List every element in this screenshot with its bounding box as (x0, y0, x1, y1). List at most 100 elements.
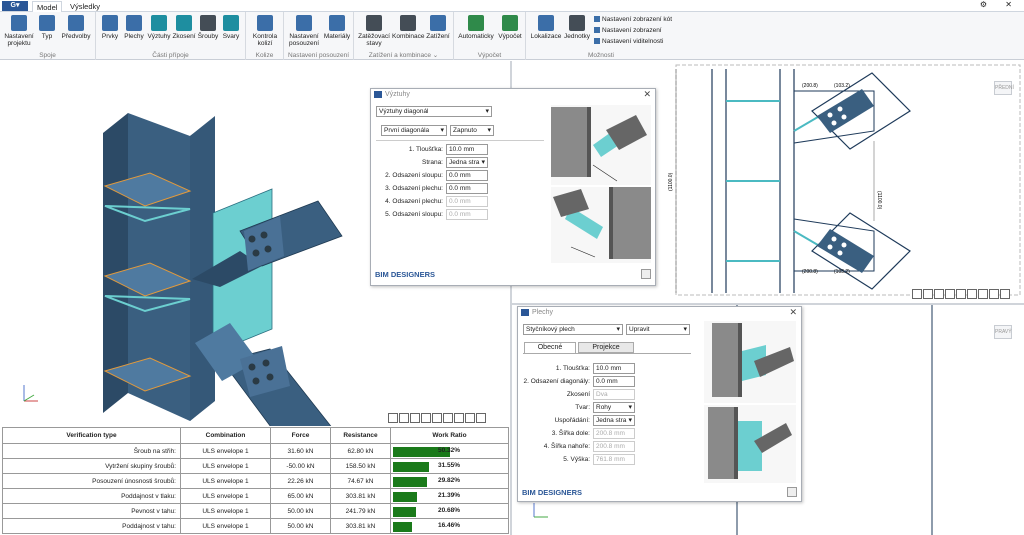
close-icon[interactable]: ✕ (789, 307, 797, 318)
plate-type-select[interactable]: Styčníkový plech (523, 324, 623, 335)
localization-button[interactable]: Lokalizace (530, 15, 562, 40)
tab-underline (523, 353, 691, 354)
work-ratio-bar (393, 522, 412, 532)
tab-vysledky[interactable]: Výsledky (66, 1, 104, 12)
loads-button[interactable]: Zatížení (425, 15, 451, 40)
weld-icon (223, 15, 239, 31)
drawing-toolbar[interactable] (912, 289, 1011, 301)
side-select[interactable]: Jedna stra (446, 157, 488, 168)
col-force[interactable]: Force (270, 427, 331, 444)
tab-model[interactable]: Model (32, 1, 63, 12)
view-front-icon[interactable] (956, 289, 966, 299)
arrangement-select[interactable]: Jedna stra (593, 415, 635, 426)
dialog-options-icon[interactable] (641, 269, 651, 279)
col-verification-type[interactable]: Verification type (2, 427, 181, 444)
fit-icon[interactable] (934, 289, 944, 299)
dialog-title[interactable]: Plechy (518, 307, 801, 318)
members-button[interactable]: Prvky (99, 15, 121, 40)
settings-icon[interactable] (978, 289, 988, 299)
plate-offset-input[interactable]: 0.0 mm (446, 183, 488, 194)
plates-button[interactable]: Plechy (122, 15, 146, 40)
col-work-ratio[interactable]: Work Ratio (390, 427, 509, 444)
units-button[interactable]: Jednotky (563, 15, 591, 40)
dimensions-icon[interactable] (989, 289, 999, 299)
project-settings-button[interactable]: Nastavení projektu (3, 15, 35, 47)
calculate-check-icon (502, 15, 518, 31)
welds-button[interactable]: Svary (220, 15, 242, 40)
shape-select[interactable]: Rohy (593, 402, 635, 413)
table-row[interactable]: Poddajnost v tahu: ULS envelope 1 50.00 kN… (2, 518, 509, 534)
collapse-icon[interactable] (476, 413, 486, 423)
table-row[interactable]: Šroub na střih: ULS envelope 1 31.60 kN 62.… (2, 443, 509, 459)
work-ratio-value: 20.68% (437, 507, 460, 514)
plate-icon (126, 15, 142, 31)
table-row[interactable]: Vytržení skupiny šroubů: ULS envelope 1 -5… (2, 458, 509, 474)
view-side-icon[interactable] (443, 413, 453, 423)
materials-button[interactable]: Materiály (322, 15, 352, 40)
print-icon[interactable] (912, 289, 922, 299)
presets-icon (68, 15, 84, 31)
work-ratio-bar (393, 507, 416, 517)
app-menu-button[interactable]: G▾ (2, 1, 28, 11)
combinations-button[interactable]: Kombinace (392, 15, 425, 40)
view-cube-front[interactable]: PŘEDNÍ (994, 81, 1014, 95)
bolt-icon (200, 15, 216, 31)
member-icon (102, 15, 118, 31)
export-icon[interactable] (923, 289, 933, 299)
window-controls[interactable]: ⚙ ✕ (980, 0, 1020, 9)
table-header-row: Verification type Combination Force Resi… (2, 427, 509, 444)
col-combination[interactable]: Combination (180, 427, 271, 444)
fit-icon[interactable] (410, 413, 420, 423)
column-offset-input[interactable]: 0.0 mm (446, 170, 488, 181)
project-settings-icon (11, 15, 27, 31)
table-row[interactable]: Pevnost v tahu: ULS envelope 1 50.00 kN 241… (2, 503, 509, 519)
view-front-icon[interactable] (432, 413, 442, 423)
plate-thickness-input[interactable]: 10.0 mm (593, 363, 635, 374)
zoom-all-icon[interactable] (399, 413, 409, 423)
visibility-settings-button[interactable]: Nastavení viditelnosti (594, 38, 663, 46)
dimension-display-settings-button[interactable]: Nastavení zobrazení kót (594, 16, 672, 24)
materials-icon (329, 15, 345, 31)
stiffeners-button[interactable]: Výztuhy (147, 15, 171, 40)
print-icon[interactable] (388, 413, 398, 423)
display-settings-button[interactable]: Nastavení zobrazení (594, 27, 662, 35)
bevel-button[interactable]: Zkosení (172, 15, 196, 40)
viewport-toolbar[interactable] (388, 413, 487, 425)
column-offset-2-input: 0.0 mm (446, 209, 488, 220)
dialog-title[interactable]: Výztuhy (371, 89, 655, 100)
table-row[interactable]: Posouzení únosnosti šroubů: ULS envelope … (2, 473, 509, 489)
view-side-icon[interactable] (967, 289, 977, 299)
group-label: Spoje (39, 52, 56, 59)
state-select[interactable]: Zapnuto (450, 125, 494, 136)
type-button[interactable]: Typ (37, 15, 57, 40)
diagonal-select[interactable]: První diagonála (381, 125, 447, 136)
bolts-button[interactable]: Šrouby (197, 15, 219, 40)
load-cases-button[interactable]: Zatěžovací stavy (357, 15, 391, 47)
stiffeners-dialog: Výztuhy ✕ Výztuhy diagonál První diagoná… (370, 88, 656, 286)
diagonal-offset-input[interactable]: 0.0 mm (593, 376, 635, 387)
group-zatizeni: Zatěžovací stavy Kombinace Zatížení Zatí… (354, 12, 454, 60)
tab-obecne[interactable]: Obecné (524, 342, 576, 353)
calculate-button[interactable]: Výpočet (496, 15, 524, 40)
col-resistance[interactable]: Resistance (330, 427, 391, 444)
zoom-icon[interactable] (1000, 289, 1010, 299)
settings-icon[interactable] (454, 413, 464, 423)
automatic-button[interactable]: Automaticky (457, 15, 495, 40)
plate-mode-select[interactable]: Upravit (626, 324, 690, 335)
collision-check-button[interactable]: Kontrola kolizí (249, 15, 281, 47)
group-label: Kolize (255, 52, 274, 59)
group-vypocet: Automaticky Výpočet Výpočet (454, 12, 526, 60)
thickness-input[interactable]: 10.0 mm (446, 144, 488, 155)
close-icon[interactable]: ✕ (643, 89, 651, 100)
tab-projekce[interactable]: Projekce (578, 342, 634, 353)
table-row[interactable]: Poddajnost v tlaku: ULS envelope 1 65.00 k… (2, 488, 509, 504)
presets-button[interactable]: Předvolby (59, 15, 93, 40)
dimensions-icon[interactable] (465, 413, 475, 423)
stiffener-type-select[interactable]: Výztuhy diagonál (376, 106, 492, 117)
dialog-options-icon[interactable] (787, 487, 797, 497)
work-ratio-value: 21.39% (437, 492, 460, 499)
view-cube-right[interactable]: PRAVÝ (994, 325, 1012, 339)
check-settings-button[interactable]: Nastavení posouzení (287, 15, 321, 47)
view-box-icon[interactable] (421, 413, 431, 423)
view-box-icon[interactable] (945, 289, 955, 299)
